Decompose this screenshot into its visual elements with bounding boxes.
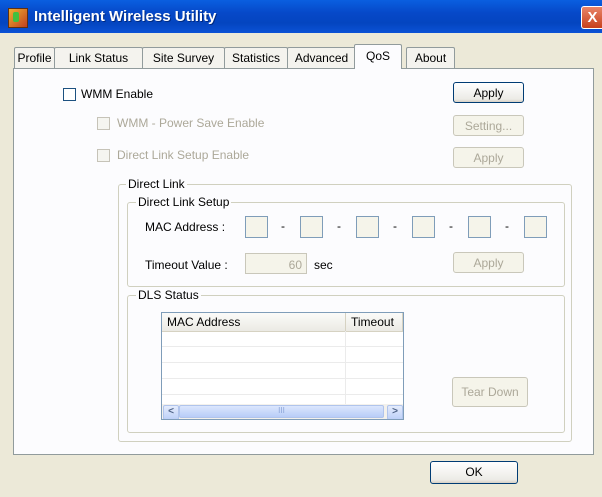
mac-separator: - bbox=[505, 219, 509, 233]
window-title: Intelligent Wireless Utility bbox=[34, 8, 217, 25]
timeout-unit-label: sec bbox=[314, 258, 333, 272]
mac-separator: - bbox=[393, 219, 397, 233]
mac-separator: - bbox=[449, 219, 453, 233]
tab-statistics[interactable]: Statistics bbox=[224, 47, 288, 68]
tab-qos[interactable]: QoS bbox=[354, 44, 402, 69]
direct-link-setup-enable-label: Direct Link Setup Enable bbox=[117, 148, 250, 162]
list-row bbox=[162, 331, 403, 347]
wmm-power-save-checkbox[interactable] bbox=[97, 117, 110, 130]
dls-status-list[interactable]: MAC Address Timeout < III > bbox=[161, 312, 404, 420]
column-header-mac-address[interactable]: MAC Address bbox=[162, 313, 346, 331]
app-icon bbox=[8, 8, 28, 28]
mac-octet-6[interactable] bbox=[524, 216, 547, 238]
tab-profile[interactable]: Profile bbox=[14, 47, 55, 68]
direct-link-setup-enable-checkbox[interactable] bbox=[97, 149, 110, 162]
tab-advanced[interactable]: Advanced bbox=[287, 47, 356, 68]
direct-link-legend: Direct Link bbox=[126, 177, 187, 191]
horizontal-scrollbar[interactable]: < III > bbox=[162, 404, 403, 419]
apply-wmm-button[interactable]: Apply bbox=[453, 82, 524, 103]
tab-about[interactable]: About bbox=[406, 47, 455, 68]
list-row bbox=[162, 347, 403, 363]
mac-separator: - bbox=[337, 219, 341, 233]
setting-button[interactable]: Setting... bbox=[453, 115, 524, 136]
apply-dls-enable-button[interactable]: Apply bbox=[453, 147, 524, 168]
tab-link-status[interactable]: Link Status bbox=[54, 47, 143, 68]
wmm-enable-checkbox[interactable] bbox=[63, 88, 76, 101]
ok-button[interactable]: OK bbox=[430, 461, 518, 484]
apply-dls-setup-button[interactable]: Apply bbox=[453, 252, 524, 273]
scroll-left-arrow[interactable]: < bbox=[163, 405, 179, 419]
title-bar[interactable]: Intelligent Wireless Utility X bbox=[0, 0, 602, 33]
tab-site-survey[interactable]: Site Survey bbox=[142, 47, 225, 68]
timeout-value-label: Timeout Value : bbox=[145, 258, 228, 272]
list-row bbox=[162, 379, 403, 395]
list-header: MAC Address Timeout bbox=[162, 313, 403, 332]
direct-link-setup-legend: Direct Link Setup bbox=[136, 195, 232, 209]
mac-address-label: MAC Address : bbox=[145, 220, 226, 234]
direct-link-setup-group bbox=[127, 202, 565, 287]
mac-octet-5[interactable] bbox=[468, 216, 491, 238]
mac-octet-1[interactable] bbox=[245, 216, 268, 238]
wmm-power-save-label: WMM - Power Save Enable bbox=[117, 116, 265, 130]
mac-separator: - bbox=[281, 219, 285, 233]
mac-octet-2[interactable] bbox=[300, 216, 323, 238]
tear-down-button[interactable]: Tear Down bbox=[452, 377, 528, 407]
column-divider bbox=[345, 331, 346, 404]
mac-octet-3[interactable] bbox=[356, 216, 379, 238]
column-header-timeout[interactable]: Timeout bbox=[346, 313, 403, 331]
list-row bbox=[162, 363, 403, 379]
mac-octet-4[interactable] bbox=[412, 216, 435, 238]
wmm-enable-label[interactable]: WMM Enable bbox=[81, 87, 153, 101]
timeout-value-input[interactable]: 60 bbox=[245, 253, 307, 274]
close-button[interactable]: X bbox=[581, 6, 602, 29]
scrollbar-thumb[interactable]: III bbox=[179, 405, 384, 418]
scroll-right-arrow[interactable]: > bbox=[387, 405, 403, 419]
dls-status-legend: DLS Status bbox=[136, 288, 201, 302]
